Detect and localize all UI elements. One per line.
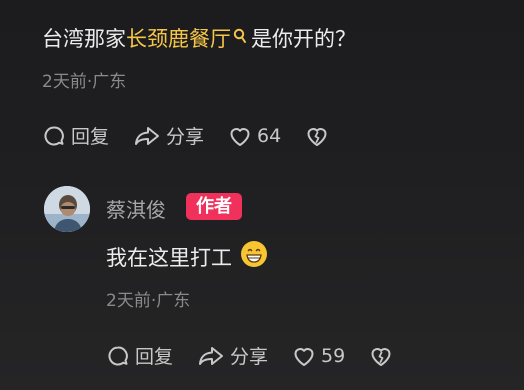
share-arrow-icon	[133, 124, 161, 148]
reply-text-row: 我在这里打工	[106, 240, 268, 276]
avatar[interactable]	[44, 186, 90, 232]
share-button[interactable]: 分享	[133, 122, 204, 149]
search-icon[interactable]	[233, 22, 247, 52]
dislike-button[interactable]	[305, 125, 329, 147]
reply-share-button[interactable]: 分享	[197, 342, 268, 369]
share-arrow-icon	[197, 344, 225, 368]
reply-button[interactable]: 回复	[42, 122, 109, 149]
reply-share-label: 分享	[230, 346, 269, 368]
share-label: 分享	[166, 126, 205, 148]
author-badge: 作者	[186, 193, 242, 220]
reply-like-count: 59	[321, 344, 346, 367]
reply-label: 回复	[71, 126, 110, 148]
avatar-icon	[44, 186, 90, 232]
comment-text-after: 是你开的？	[251, 27, 356, 51]
search-keyword-link[interactable]: 长颈鹿餐厅	[126, 27, 231, 51]
heart-icon	[292, 345, 316, 367]
reply-dislike-button[interactable]	[369, 345, 393, 367]
broken-heart-icon	[305, 125, 329, 147]
comment-actions: 回复 分享 64	[42, 122, 329, 149]
comment-thread: 台湾那家长颈鹿餐厅 是你开的？ 2天前·广东 回复 分享 64 蔡淇俊 作者 我…	[0, 0, 524, 390]
like-count: 64	[257, 124, 282, 147]
reply-bubble-icon	[42, 124, 66, 148]
reply-reply-label: 回复	[135, 346, 174, 368]
comment-text: 台湾那家长颈鹿餐厅 是你开的？	[42, 24, 356, 54]
reply-username[interactable]: 蔡淇俊	[106, 194, 166, 223]
like-button[interactable]: 64	[228, 125, 281, 147]
heart-icon	[228, 125, 252, 147]
reply-meta: 2天前·广东	[106, 291, 191, 311]
reply-text: 我在这里打工	[106, 246, 232, 270]
broken-heart-icon	[369, 345, 393, 367]
reply-like-button[interactable]: 59	[292, 345, 345, 367]
reply-bubble-icon	[106, 344, 130, 368]
reply-reply-button[interactable]: 回复	[106, 342, 173, 369]
grinning-face-emoji	[240, 240, 268, 276]
reply-actions: 回复 分享 59	[106, 342, 393, 369]
comment-meta: 2天前·广东	[42, 72, 127, 92]
comment-text-before: 台湾那家	[42, 27, 126, 51]
